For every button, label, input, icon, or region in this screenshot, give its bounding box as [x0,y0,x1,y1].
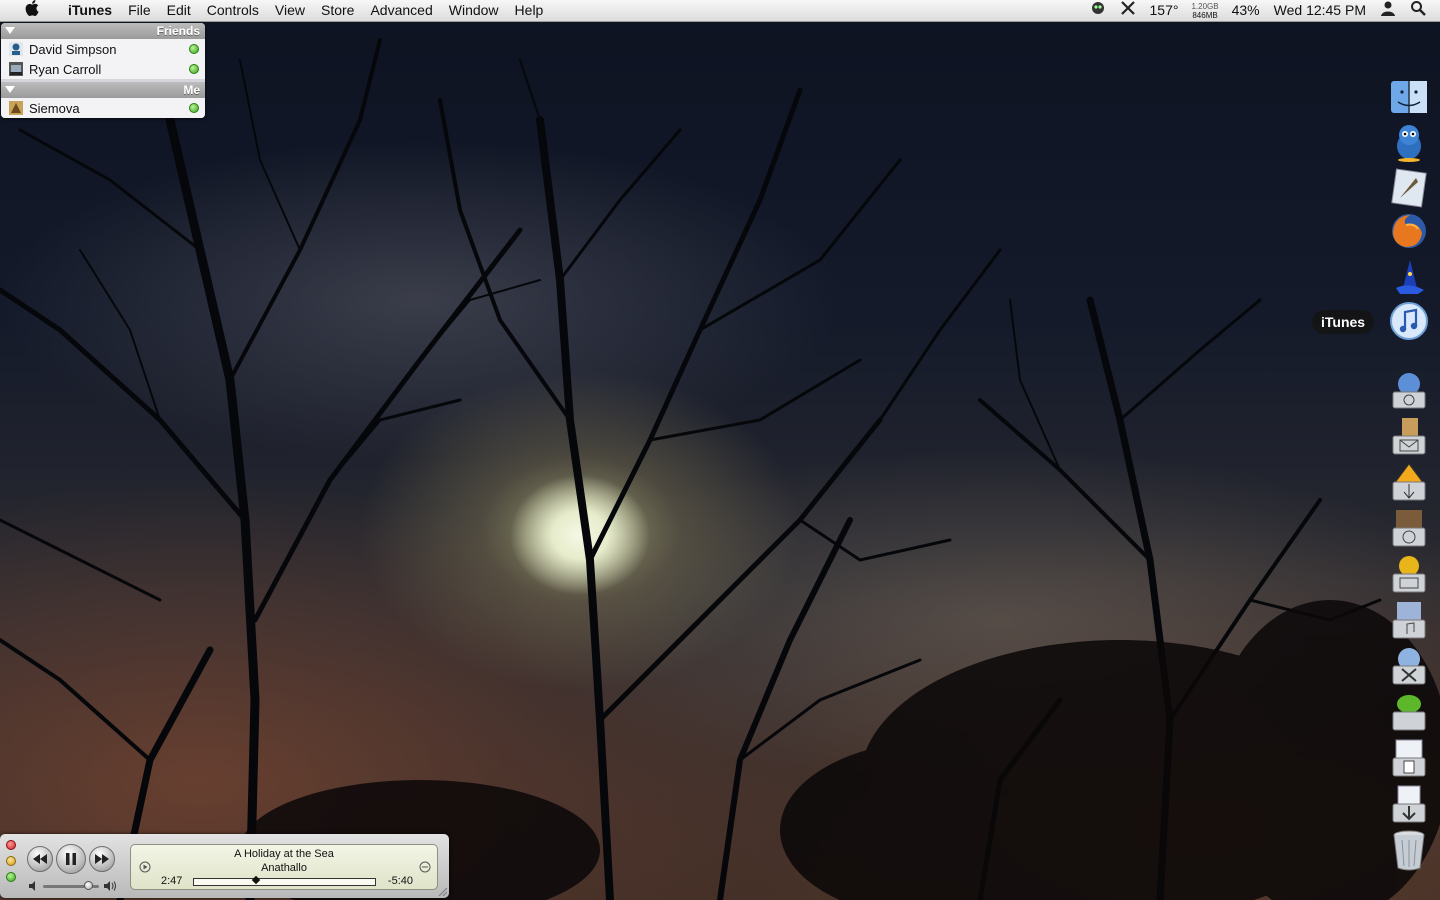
track-artist: Anathallo [261,862,307,874]
disclosure-triangle-icon[interactable] [5,86,15,93]
apps-stack-icon[interactable] [1388,692,1430,732]
tools-icon[interactable] [1113,0,1143,22]
music-stack-icon[interactable] [1388,600,1430,640]
memory-bottom: 846MB [1192,10,1218,20]
web-stack-icon[interactable] [1388,646,1430,686]
track-title: A Holiday at the Sea [234,848,334,860]
volume-high-icon [104,881,116,891]
menu-store[interactable]: Store [313,0,362,21]
wizard-app-icon[interactable] [1388,256,1430,296]
menu-app-name[interactable]: iTunes [60,0,120,21]
dock-tooltip: iTunes [1312,310,1375,334]
buddy-name: David Simpson [29,41,117,57]
next-track-button[interactable] [89,846,115,872]
adium-status-icon[interactable] [1083,0,1113,22]
dock [1382,72,1440,880]
itunes-mini-player[interactable]: A Holiday at the Sea Anathallo 2:47 -5:4… [0,834,449,898]
buddy-name: Ryan Carroll [29,61,102,77]
buddy-row-siemova[interactable]: Siemova [1,98,205,118]
network-stack-icon[interactable] [1388,370,1430,410]
people-stack-icon[interactable] [1388,508,1430,548]
spotlight-search-icon[interactable] [1403,0,1440,22]
now-playing-display: A Holiday at the Sea Anathallo 2:47 -5:4… [130,844,438,890]
trash-icon[interactable] [1388,828,1430,872]
buddy-name: Siemova [29,100,80,116]
minimize-button[interactable] [6,856,16,866]
itunes-icon[interactable] [1388,301,1430,341]
apple-menu-icon[interactable] [14,0,50,22]
pause-button[interactable] [56,844,86,874]
memory-readout[interactable]: 1.20GB 846MB [1185,2,1224,20]
group-header-friends[interactable]: Friends [1,23,205,39]
buddy-row-ryan-carroll[interactable]: Ryan Carroll [1,59,205,79]
memory-top: 1.20GB [1191,1,1219,11]
remaining-time: -5:40 [387,875,413,887]
user-icon[interactable] [1373,0,1403,22]
buddy-avatar-icon [9,101,23,115]
resize-grip-icon[interactable] [437,886,447,896]
tree-silhouettes [0,38,1440,900]
system-stack-icon[interactable] [1388,462,1430,502]
volume-knob[interactable] [83,881,93,890]
buddy-row-david-simpson[interactable]: David Simpson [1,39,205,59]
elapsed-time: 2:47 [161,875,183,887]
clock[interactable]: Wed 12:45 PM [1267,0,1373,21]
group-header-me[interactable]: Me [1,82,205,98]
buddy-avatar-icon [9,62,23,76]
volume-slider[interactable] [43,881,99,890]
previous-track-button[interactable] [27,846,53,872]
adium-icon[interactable] [1388,122,1430,162]
pause-icon [66,853,76,865]
rewind-icon [33,854,47,864]
mail-stack-icon[interactable] [1388,416,1430,456]
battery-readout[interactable]: 43% [1225,0,1267,21]
available-status-icon [189,44,199,54]
menu-advanced[interactable]: Advanced [362,0,440,21]
volume-low-icon [29,881,35,891]
menu-window[interactable]: Window [441,0,507,21]
display-mode-icon[interactable] [419,861,431,873]
menu-bar: iTunes File Edit Controls View Store Adv… [0,0,1440,22]
menu-controls[interactable]: Controls [199,0,267,21]
available-status-icon [189,64,199,74]
finder-icon[interactable] [1388,78,1430,118]
buddy-avatar-icon [9,42,23,56]
finance-stack-icon[interactable] [1388,554,1430,594]
menu-help[interactable]: Help [507,0,552,21]
zoom-button[interactable] [6,872,16,882]
menu-extras: 157° 1.20GB 846MB 43% Wed 12:45 PM [1083,0,1440,21]
group-name: Me [183,83,200,97]
close-button[interactable] [6,840,16,850]
fast-forward-icon [95,854,109,864]
menu-edit[interactable]: Edit [159,0,199,21]
disclosure-triangle-icon[interactable] [5,27,15,34]
group-name: Friends [156,24,200,38]
playhead[interactable] [251,875,260,885]
menu-view[interactable]: View [267,0,313,21]
mail-icon[interactable] [1388,168,1430,208]
playback-progress-bar[interactable] [193,875,376,886]
menu-file[interactable]: File [120,0,159,21]
buddy-list-window[interactable]: Friends David Simpson Ryan Carroll Me Si… [1,23,205,118]
temperature-readout[interactable]: 157° [1143,0,1186,21]
downloads-stack-icon[interactable] [1388,784,1430,824]
firefox-icon[interactable] [1388,211,1430,251]
documents-stack-icon[interactable] [1388,738,1430,778]
available-status-icon [189,103,199,113]
